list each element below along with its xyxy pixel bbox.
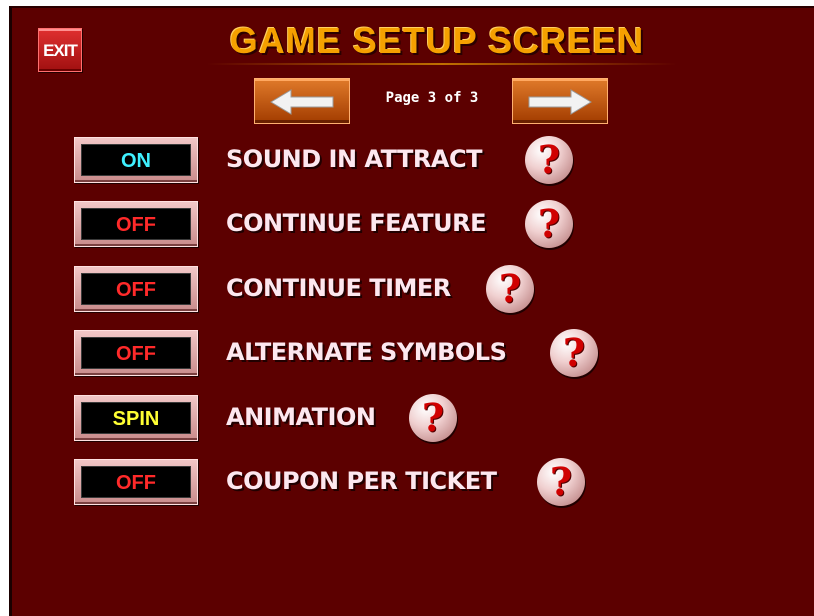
setting-row-continue-timer: OFF CONTINUE TIMER ? <box>12 265 814 316</box>
setting-row-animation: SPIN ANIMATION ? <box>12 394 814 445</box>
toggle-value: OFF <box>81 273 191 305</box>
help-question-icon[interactable]: ? <box>525 200 573 248</box>
animation-toggle[interactable]: SPIN <box>74 395 198 441</box>
previous-page-button[interactable] <box>254 78 350 124</box>
toggle-value: OFF <box>81 208 191 240</box>
help-question-icon[interactable]: ? <box>550 329 598 377</box>
next-page-button[interactable] <box>512 78 608 124</box>
toggle-value: SPIN <box>81 402 191 434</box>
coupon-per-ticket-toggle[interactable]: OFF <box>74 459 198 505</box>
arrow-right-icon <box>528 89 592 115</box>
title-underline <box>207 63 677 65</box>
continue-feature-toggle[interactable]: OFF <box>74 201 198 247</box>
setting-row-alternate-symbols: OFF ALTERNATE SYMBOLS ? <box>12 329 814 380</box>
toggle-value: OFF <box>81 337 191 369</box>
setting-label: ANIMATION <box>226 403 376 431</box>
help-question-icon[interactable]: ? <box>537 458 585 506</box>
setting-label: COUPON PER TICKET <box>226 467 497 495</box>
help-question-icon[interactable]: ? <box>409 394 457 442</box>
setting-label: SOUND IN ATTRACT <box>226 145 482 173</box>
page-title: GAME SETUP SCREEN <box>229 20 645 61</box>
exit-button[interactable]: EXIT <box>38 28 82 72</box>
toggle-value: ON <box>81 144 191 176</box>
help-question-icon[interactable]: ? <box>486 265 534 313</box>
arrow-left-icon <box>270 89 334 115</box>
setting-row-continue-feature: OFF CONTINUE FEATURE ? <box>12 200 814 251</box>
sound-in-attract-toggle[interactable]: ON <box>74 137 198 183</box>
help-question-icon[interactable]: ? <box>525 136 573 184</box>
alternate-symbols-toggle[interactable]: OFF <box>74 330 198 376</box>
toggle-value: OFF <box>81 466 191 498</box>
setting-label: CONTINUE FEATURE <box>226 209 486 237</box>
continue-timer-toggle[interactable]: OFF <box>74 266 198 312</box>
setting-label: CONTINUE TIMER <box>226 274 451 302</box>
page-indicator: Page 3 of 3 <box>385 90 479 106</box>
setting-row-sound-in-attract: ON SOUND IN ATTRACT ? <box>12 136 814 187</box>
setting-label: ALTERNATE SYMBOLS <box>226 338 507 366</box>
setting-row-coupon-per-ticket: OFF COUPON PER TICKET ? <box>12 458 814 509</box>
game-setup-screen: EXIT GAME SETUP SCREEN Page 3 of 3 ON SO… <box>9 6 814 616</box>
